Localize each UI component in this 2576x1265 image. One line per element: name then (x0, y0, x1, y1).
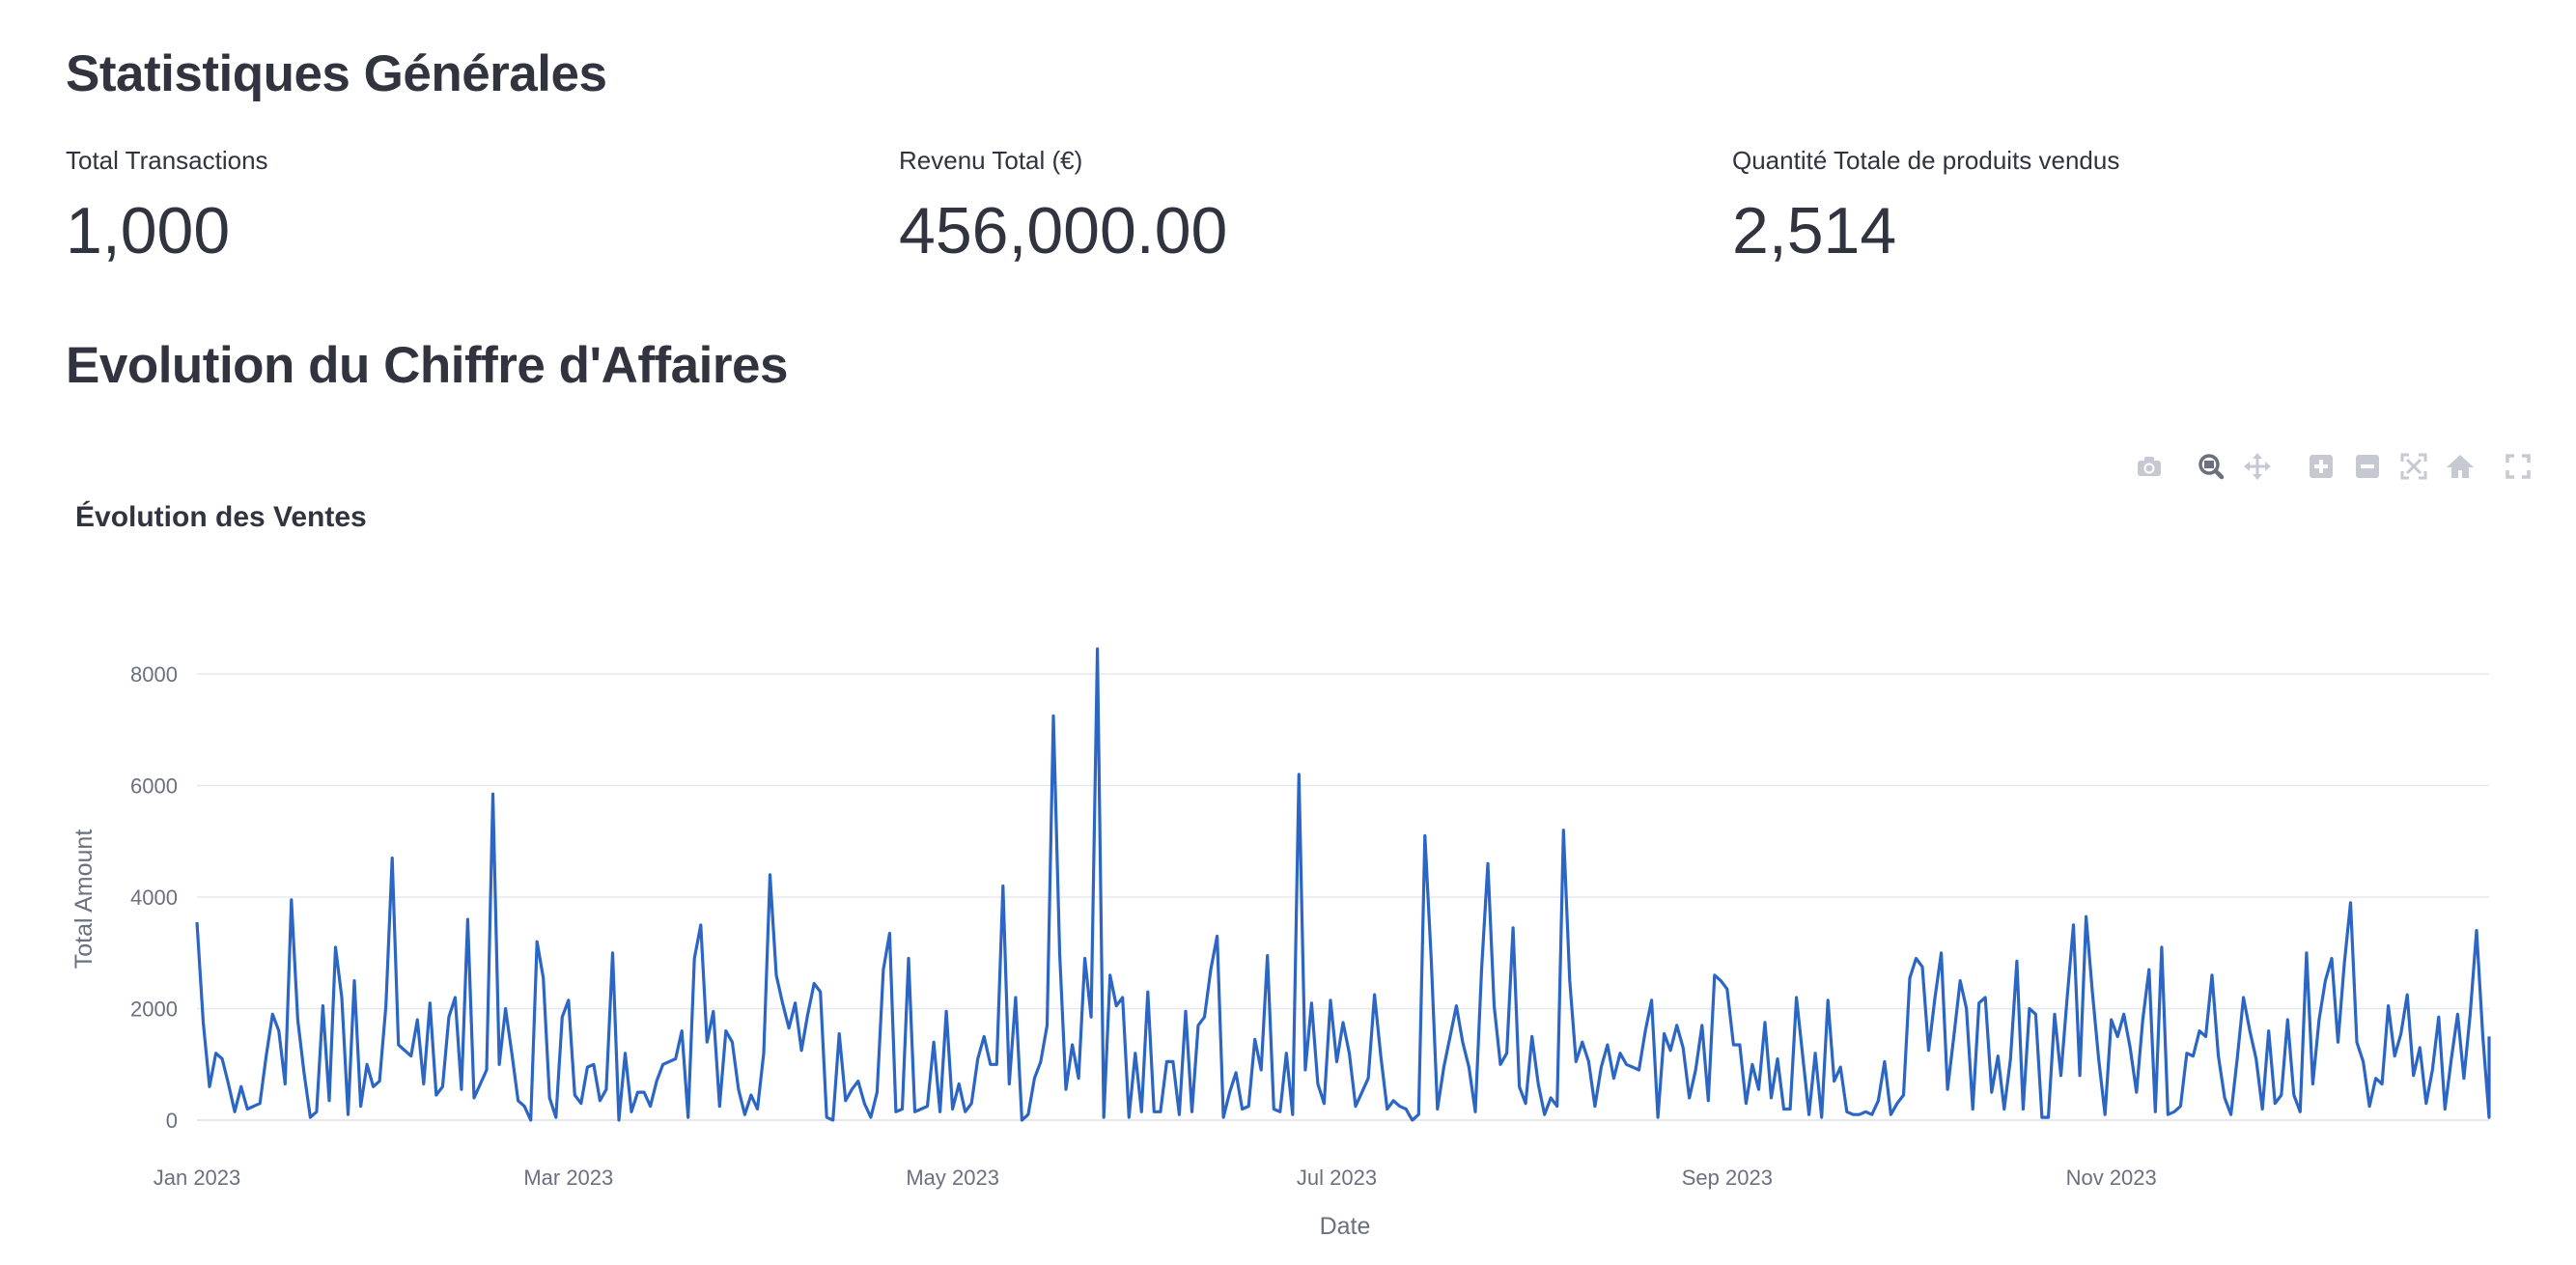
y-tick-label: 6000 (130, 774, 178, 799)
y-tick-label: 2000 (130, 998, 178, 1022)
x-tick-label: Sep 2023 (1682, 1166, 1773, 1190)
y-tick-label: 0 (166, 1109, 178, 1133)
x-axis-ticks: Jan 2023 Mar 2023 May 2023 Jul 2023 Sep 2023… (154, 1166, 2157, 1190)
series-line-0[interactable] (195, 647, 2491, 1122)
y-axis-ticks: 0 2000 4000 6000 8000 (130, 662, 178, 1133)
y-tick-label: 4000 (130, 886, 178, 910)
x-axis-title: Date (1320, 1213, 1371, 1240)
dashboard-page: Statistiques Générales Total Transaction… (0, 0, 2576, 1265)
x-tick-label: Mar 2023 (523, 1166, 613, 1190)
y-tick-label: 8000 (130, 662, 178, 687)
x-tick-label: Jan 2023 (154, 1166, 241, 1190)
grid-lines (197, 673, 2489, 1121)
x-tick-label: May 2023 (906, 1166, 999, 1190)
x-tick-label: Jul 2023 (1297, 1166, 1377, 1190)
chart-title: Évolution des Ventes (75, 500, 367, 533)
x-tick-label: Nov 2023 (2066, 1166, 2157, 1190)
y-axis-title: Total Amount (70, 829, 98, 970)
series-layer (195, 647, 2491, 1122)
sales-line-chart[interactable]: Évolution des Ventes 0 2000 4000 6000 8000 J… (0, 0, 2576, 1265)
